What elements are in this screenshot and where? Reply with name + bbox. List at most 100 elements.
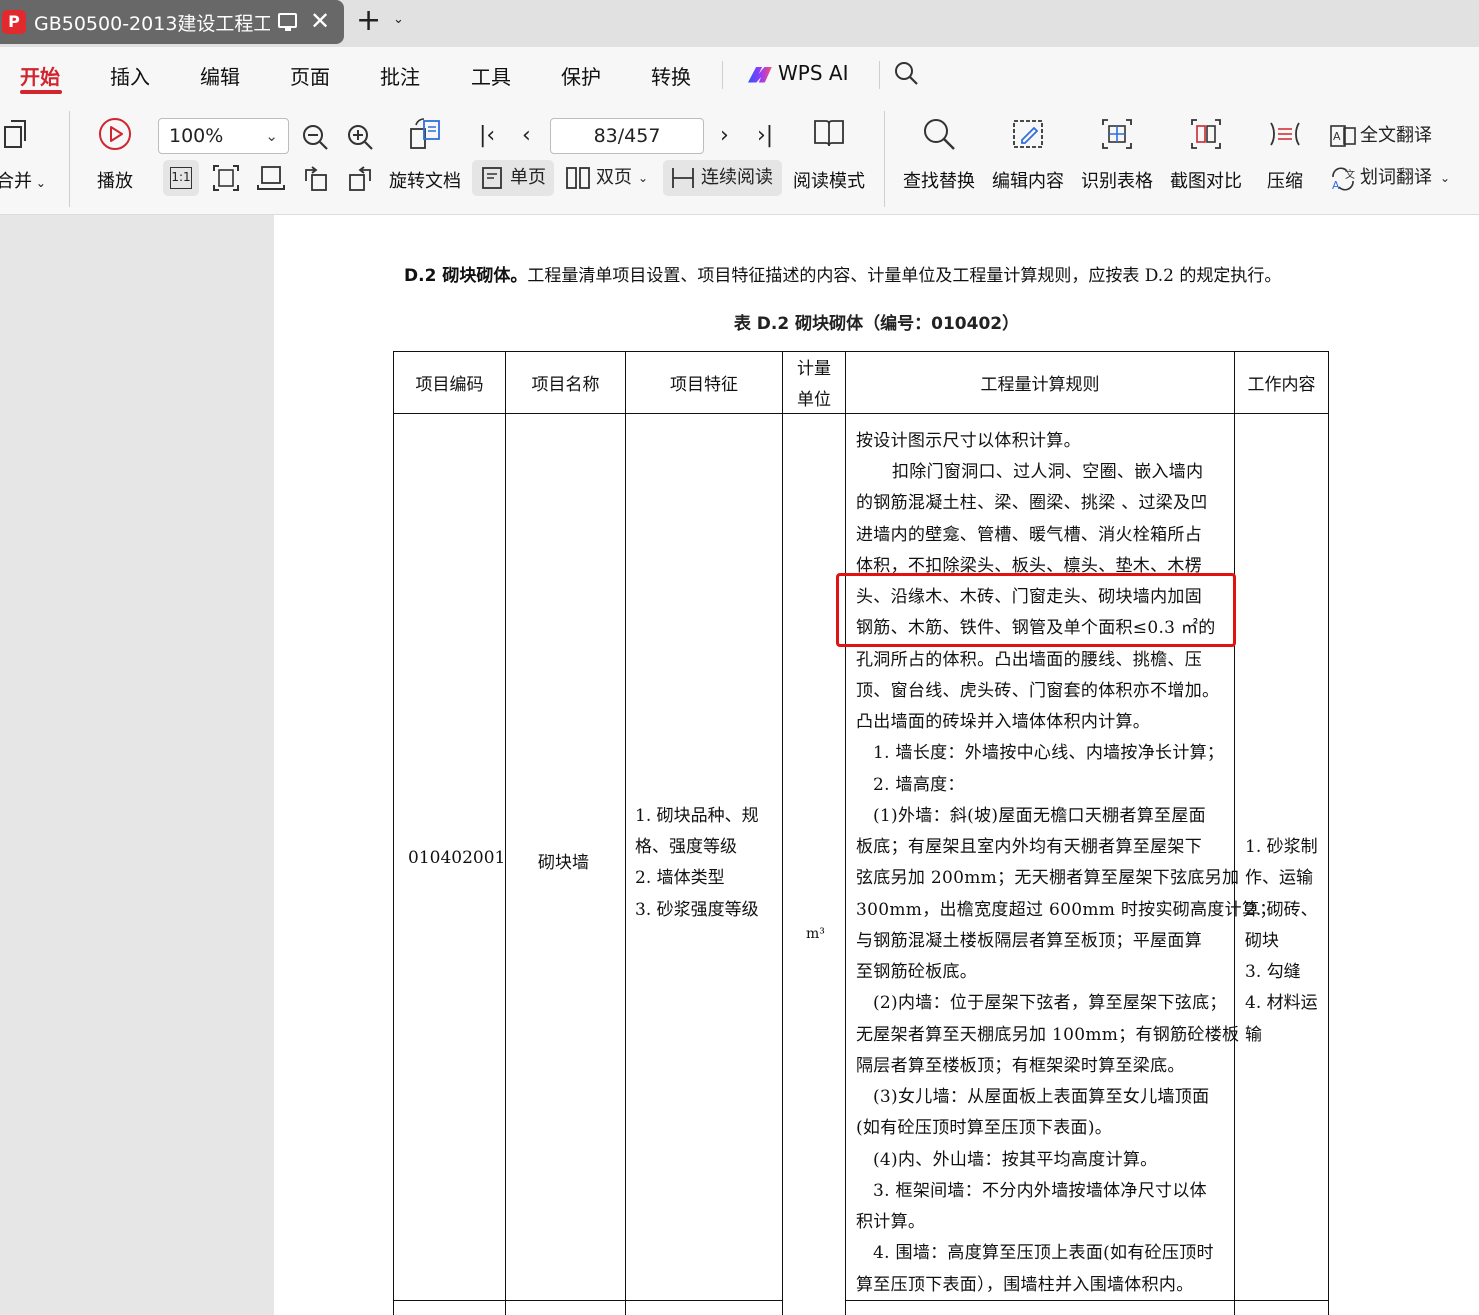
table-column-divider <box>505 351 506 1315</box>
double-page-icon <box>566 167 590 189</box>
next-page-icon[interactable]: › <box>720 123 729 149</box>
single-page-label: 单页 <box>510 167 546 188</box>
chevron-down-icon: ⌄ <box>265 127 278 145</box>
edit-content-icon <box>1013 120 1043 148</box>
feature-line: 2. 墙体类型 <box>635 868 725 888</box>
play-button[interactable]: 播放 <box>90 117 140 207</box>
word-translate-button[interactable]: A文 划词翻译 ⌄ <box>1328 160 1453 196</box>
wps-pdf-app-icon: P <box>2 10 26 34</box>
document-tab-title: GB50500-2013建设工程工程 <box>34 13 270 35</box>
page-number-input[interactable]: 83/457 <box>550 118 704 154</box>
rule-line: 算至压顶下表面），围墙柱并入围墙体积内。 <box>856 1275 1194 1295</box>
fit-page-icon[interactable] <box>213 165 239 191</box>
edit-content-button[interactable]: 编辑内容 <box>989 117 1067 207</box>
play-label: 播放 <box>97 171 133 192</box>
menu-convert[interactable]: 转换 <box>651 61 691 90</box>
zoom-value: 100% <box>169 125 224 147</box>
search-icon[interactable] <box>893 60 919 86</box>
search-icon <box>924 119 955 150</box>
screenshot-compare-label: 截图对比 <box>1170 171 1242 192</box>
header-unit: 计量 单位 <box>783 354 845 416</box>
rotate-document-label: 旋转文档 <box>389 171 461 192</box>
table-border-right <box>1328 351 1329 1315</box>
recognize-table-icon <box>1102 119 1132 149</box>
close-tab-icon[interactable]: ✕ <box>310 4 330 38</box>
zoom-select[interactable]: 100% ⌄ <box>158 118 289 154</box>
menu-insert[interactable]: 插入 <box>110 61 150 90</box>
find-replace-button[interactable]: 查找替换 <box>900 117 978 207</box>
rule-line: 的钢筋混凝土柱、梁、圈梁、挑梁 、过梁及凹 <box>856 493 1208 513</box>
compress-button[interactable]: 压缩 <box>1260 117 1310 207</box>
rule-line: (如有砼压顶时算至压顶下表面)。 <box>856 1118 1113 1138</box>
new-tab-button[interactable]: + <box>356 4 381 38</box>
work-line: 1. 砂浆制 <box>1245 837 1318 857</box>
reading-mode-button[interactable]: 阅读模式 <box>790 117 868 207</box>
screenshot-compare-icon <box>1191 119 1221 149</box>
prev-page-icon[interactable]: ‹ <box>522 123 531 149</box>
single-page-button[interactable]: 单页 <box>472 160 554 196</box>
first-page-icon[interactable]: |‹ <box>479 123 495 149</box>
rule-line: 4. 围墙：高度算至压顶上表面(如有砼压顶时 <box>873 1243 1214 1263</box>
compress-icon <box>1270 122 1300 146</box>
rotate-left-icon[interactable] <box>302 165 330 193</box>
rule-line: 与钢筋混凝土楼板隔层者算至板顶；平屋面算 <box>856 931 1202 951</box>
menu-home[interactable]: 开始 <box>20 61 60 90</box>
chevron-down-icon[interactable]: ⌄ <box>393 12 404 27</box>
rule-line: (4)内、外山墙：按其平均高度计算。 <box>873 1150 1158 1170</box>
document-page: D.2 砌块砌体。工程量清单项目设置、项目特征描述的内容、计量单位及工程量计算规… <box>274 215 1479 1315</box>
work-line: 2. 砌砖、 <box>1245 900 1318 920</box>
merge-label: 合并 <box>0 171 32 192</box>
rule-line: 无屋架者算至天棚底另加 100mm；有钢筋砼楼板 <box>856 1025 1240 1045</box>
rule-line: 300mm，出檐宽度超过 600mm 时按实砌高度计算； <box>856 900 1277 920</box>
header-unit-line2: 单位 <box>797 390 831 410</box>
section-text: 工程量清单项目设置、项目特征描述的内容、计量单位及工程量计算规则，应按表 D.2… <box>527 266 1282 286</box>
highlight-box <box>836 573 1236 647</box>
actual-size-button[interactable]: 1:1 <box>163 160 199 196</box>
zoom-in-icon[interactable] <box>346 123 374 151</box>
menu-edit[interactable]: 编辑 <box>200 61 240 90</box>
menu-bar: 开始 插入 编辑 页面 批注 工具 保护 转换 WPS AI <box>0 47 1479 103</box>
screenshot-compare-button[interactable]: 截图对比 <box>1167 117 1245 207</box>
table-column-divider <box>625 351 626 1315</box>
menu-page[interactable]: 页面 <box>290 61 330 90</box>
rule-line: (2)内墙：位于屋架下弦者，算至屋架下弦底； <box>873 993 1227 1013</box>
chevron-down-icon: ⌄ <box>1440 171 1451 185</box>
table-border-left <box>393 351 394 1315</box>
fit-width-icon[interactable] <box>257 165 285 191</box>
work-line: 输 <box>1245 1025 1262 1045</box>
recognize-table-label: 识别表格 <box>1081 171 1153 192</box>
menu-divider <box>879 61 880 89</box>
rotate-document-button[interactable]: 旋转文档 <box>386 117 464 207</box>
svg-text:文: 文 <box>1345 168 1355 181</box>
continuous-reading-icon <box>672 168 694 188</box>
menu-annotate[interactable]: 批注 <box>380 61 420 90</box>
full-translate-button[interactable]: A 全文翻译 <box>1328 118 1438 154</box>
translate-icon: A <box>1330 125 1356 147</box>
continuous-reading-button[interactable]: 连续阅读 <box>663 160 782 196</box>
header-unit-line1: 计量 <box>797 359 831 379</box>
document-tab[interactable]: P GB50500-2013建设工程工程 ✕ <box>0 0 344 44</box>
active-menu-underline <box>20 90 62 94</box>
rotate-right-icon[interactable] <box>347 165 375 193</box>
rule-line: 孔洞所占的体积。凸出墙面的腰线、挑檐、压 <box>856 650 1202 670</box>
ribbon-toolbar: 合并 ⌄ 播放 100% ⌄ 1:1 旋转文档 |‹ ‹ 83/457 › ›| … <box>0 103 1479 215</box>
menu-protect[interactable]: 保护 <box>561 61 601 90</box>
recognize-table-button[interactable]: 识别表格 <box>1078 117 1156 207</box>
last-page-icon[interactable]: ›| <box>757 123 773 149</box>
word-translate-icon: A文 <box>1332 167 1355 191</box>
work-line: 4. 材料运 <box>1245 993 1318 1013</box>
monitor-icon[interactable] <box>278 13 297 31</box>
merge-icon <box>4 120 26 148</box>
table-column-divider <box>845 351 846 1315</box>
menu-tools[interactable]: 工具 <box>471 61 511 90</box>
book-icon <box>814 120 844 147</box>
rule-line: 板底；有屋架且室内外均有天棚者算至屋架下 <box>856 837 1202 857</box>
rule-line: 进墙内的壁龛、管槽、暖气槽、消火栓箱所占 <box>856 525 1202 545</box>
work-line: 砌块 <box>1245 931 1279 951</box>
table-column-divider <box>1234 351 1235 1315</box>
double-page-button[interactable]: 双页 ⌄ <box>564 160 654 196</box>
menu-wps-ai[interactable]: WPS AI <box>748 61 848 85</box>
zoom-out-icon[interactable] <box>301 123 329 151</box>
header-name: 项目名称 <box>531 375 600 395</box>
merge-button[interactable]: 合并 ⌄ <box>0 117 52 207</box>
